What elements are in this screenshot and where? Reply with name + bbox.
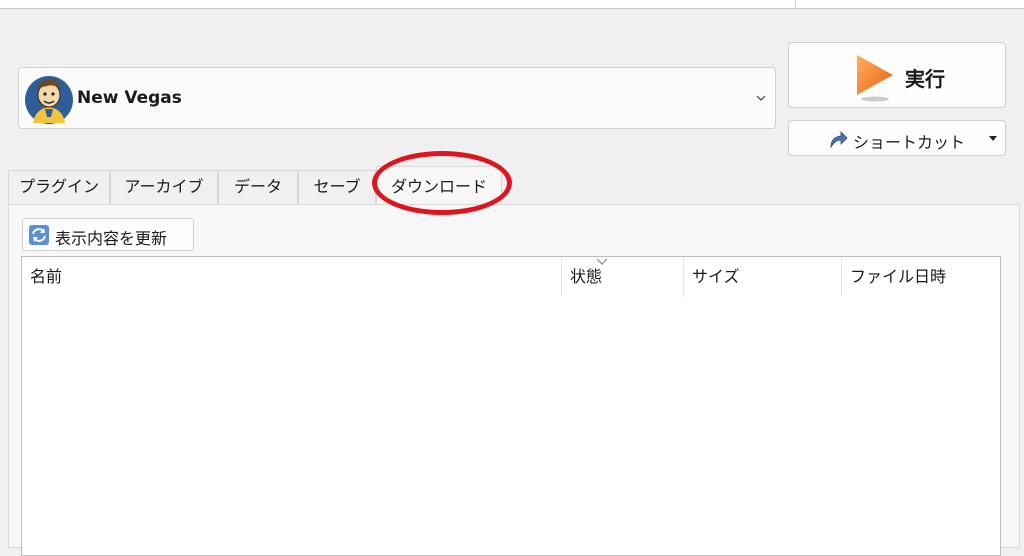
shortcut-arrow-icon bbox=[830, 131, 848, 149]
instance-dropdown[interactable]: New Vegas bbox=[18, 67, 776, 129]
column-header-size[interactable]: サイズ bbox=[684, 257, 842, 297]
play-icon bbox=[857, 55, 893, 102]
column-header-name[interactable]: 名前 bbox=[22, 257, 562, 297]
tab-label: プラグイン bbox=[18, 177, 99, 196]
run-button[interactable]: 実行 bbox=[788, 42, 1006, 108]
column-header-label: ファイル日時 bbox=[850, 267, 947, 286]
column-header-label: 状態 bbox=[570, 267, 603, 286]
tab-label: ダウンロード bbox=[390, 177, 487, 196]
refresh-icon bbox=[29, 225, 49, 245]
downloads-list[interactable]: 名前 状態 サイズ ファイル日時 bbox=[21, 256, 1001, 556]
column-header-status[interactable]: 状態 bbox=[562, 257, 684, 297]
shortcut-button[interactable]: ショートカット bbox=[788, 120, 1006, 156]
title-bar-edge bbox=[0, 0, 1024, 9]
tab-saves[interactable]: セーブ bbox=[298, 170, 376, 204]
column-header-label: サイズ bbox=[692, 267, 740, 286]
refresh-button[interactable]: 表示内容を更新 bbox=[22, 218, 194, 251]
column-header-label: 名前 bbox=[30, 267, 63, 286]
tab-label: セーブ bbox=[313, 177, 361, 196]
tab-label: データ bbox=[233, 177, 282, 196]
title-bar-divider bbox=[795, 0, 796, 8]
instance-name: New Vegas bbox=[77, 88, 182, 108]
tab-data[interactable]: データ bbox=[218, 170, 298, 204]
tab-archives[interactable]: アーカイブ bbox=[110, 170, 218, 204]
sort-indicator-icon bbox=[596, 258, 608, 265]
vault-boy-icon bbox=[25, 76, 73, 124]
tab-label: アーカイブ bbox=[124, 177, 204, 196]
column-header-file-date[interactable]: ファイル日時 bbox=[842, 257, 1000, 297]
run-label: 実行 bbox=[905, 67, 945, 91]
tab-plugins[interactable]: プラグイン bbox=[8, 170, 110, 204]
shortcut-label: ショートカット bbox=[853, 133, 966, 152]
chevron-down-icon bbox=[756, 95, 766, 101]
refresh-label: 表示内容を更新 bbox=[55, 229, 168, 248]
shortcut-dropdown-arrow-icon[interactable] bbox=[989, 136, 997, 141]
tab-downloads[interactable]: ダウンロード bbox=[376, 166, 502, 204]
